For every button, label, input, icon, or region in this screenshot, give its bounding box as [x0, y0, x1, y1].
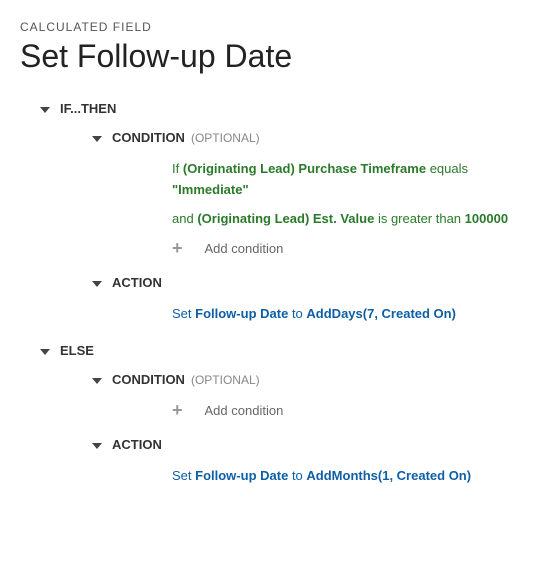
else-block: ELSE CONDITION (OPTIONAL) + Add conditio…	[40, 343, 513, 487]
chevron-down-icon	[40, 349, 50, 355]
optional-label: (OPTIONAL)	[191, 131, 260, 145]
ifthen-block: IF...THEN CONDITION (OPTIONAL) If (Origi…	[40, 101, 513, 325]
condition-prefix: and	[172, 211, 194, 226]
condition-field: (Originating Lead) Est. Value	[197, 211, 374, 226]
else-header[interactable]: ELSE	[40, 343, 513, 358]
add-condition-button[interactable]: + Add condition	[172, 239, 513, 257]
condition-row[interactable]: and (Originating Lead) Est. Value is gre…	[172, 209, 513, 230]
else-action-header[interactable]: ACTION	[92, 437, 513, 452]
action-verb: Set	[172, 468, 192, 483]
else-action-block: ACTION Set Follow-up Date to AddMonths(1…	[92, 437, 513, 487]
ifthen-label: IF...THEN	[60, 101, 116, 116]
condition-operator: equals	[430, 161, 468, 176]
action-field: Follow-up Date	[195, 306, 288, 321]
ifthen-action-block: ACTION Set Follow-up Date to AddDays(7, …	[92, 275, 513, 325]
chevron-down-icon	[92, 378, 102, 384]
chevron-down-icon	[92, 136, 102, 142]
condition-operator: is greater than	[378, 211, 461, 226]
action-label: ACTION	[112, 437, 162, 452]
ifthen-action-header[interactable]: ACTION	[92, 275, 513, 290]
add-condition-label: Add condition	[205, 241, 284, 256]
action-to: to	[292, 468, 303, 483]
ifthen-header[interactable]: IF...THEN	[40, 101, 513, 116]
condition-value: "Immediate"	[172, 182, 249, 197]
action-func: AddDays(7, Created On)	[306, 306, 456, 321]
plus-icon: +	[172, 401, 183, 419]
action-label: ACTION	[112, 275, 162, 290]
else-condition-block: CONDITION (OPTIONAL) + Add condition	[92, 372, 513, 419]
action-field: Follow-up Date	[195, 468, 288, 483]
action-row[interactable]: Set Follow-up Date to AddDays(7, Created…	[172, 304, 513, 325]
action-row[interactable]: Set Follow-up Date to AddMonths(1, Creat…	[172, 466, 513, 487]
else-condition-header[interactable]: CONDITION (OPTIONAL)	[92, 372, 513, 387]
optional-label: (OPTIONAL)	[191, 373, 260, 387]
condition-prefix: If	[172, 161, 179, 176]
condition-value: 100000	[465, 211, 508, 226]
action-to: to	[292, 306, 303, 321]
page-title: Set Follow-up Date	[20, 38, 513, 75]
condition-row[interactable]: If (Originating Lead) Purchase Timeframe…	[172, 159, 513, 201]
chevron-down-icon	[92, 281, 102, 287]
add-condition-label: Add condition	[205, 403, 284, 418]
ifthen-condition-header[interactable]: CONDITION (OPTIONAL)	[92, 130, 513, 145]
action-verb: Set	[172, 306, 192, 321]
breadcrumb: CALCULATED FIELD	[20, 20, 513, 34]
else-label: ELSE	[60, 343, 94, 358]
condition-label: CONDITION	[112, 130, 185, 145]
chevron-down-icon	[92, 443, 102, 449]
action-func: AddMonths(1, Created On)	[306, 468, 471, 483]
condition-label: CONDITION	[112, 372, 185, 387]
ifthen-condition-block: CONDITION (OPTIONAL) If (Originating Lea…	[92, 130, 513, 257]
chevron-down-icon	[40, 107, 50, 113]
plus-icon: +	[172, 239, 183, 257]
add-condition-button[interactable]: + Add condition	[172, 401, 513, 419]
condition-field: (Originating Lead) Purchase Timeframe	[183, 161, 426, 176]
